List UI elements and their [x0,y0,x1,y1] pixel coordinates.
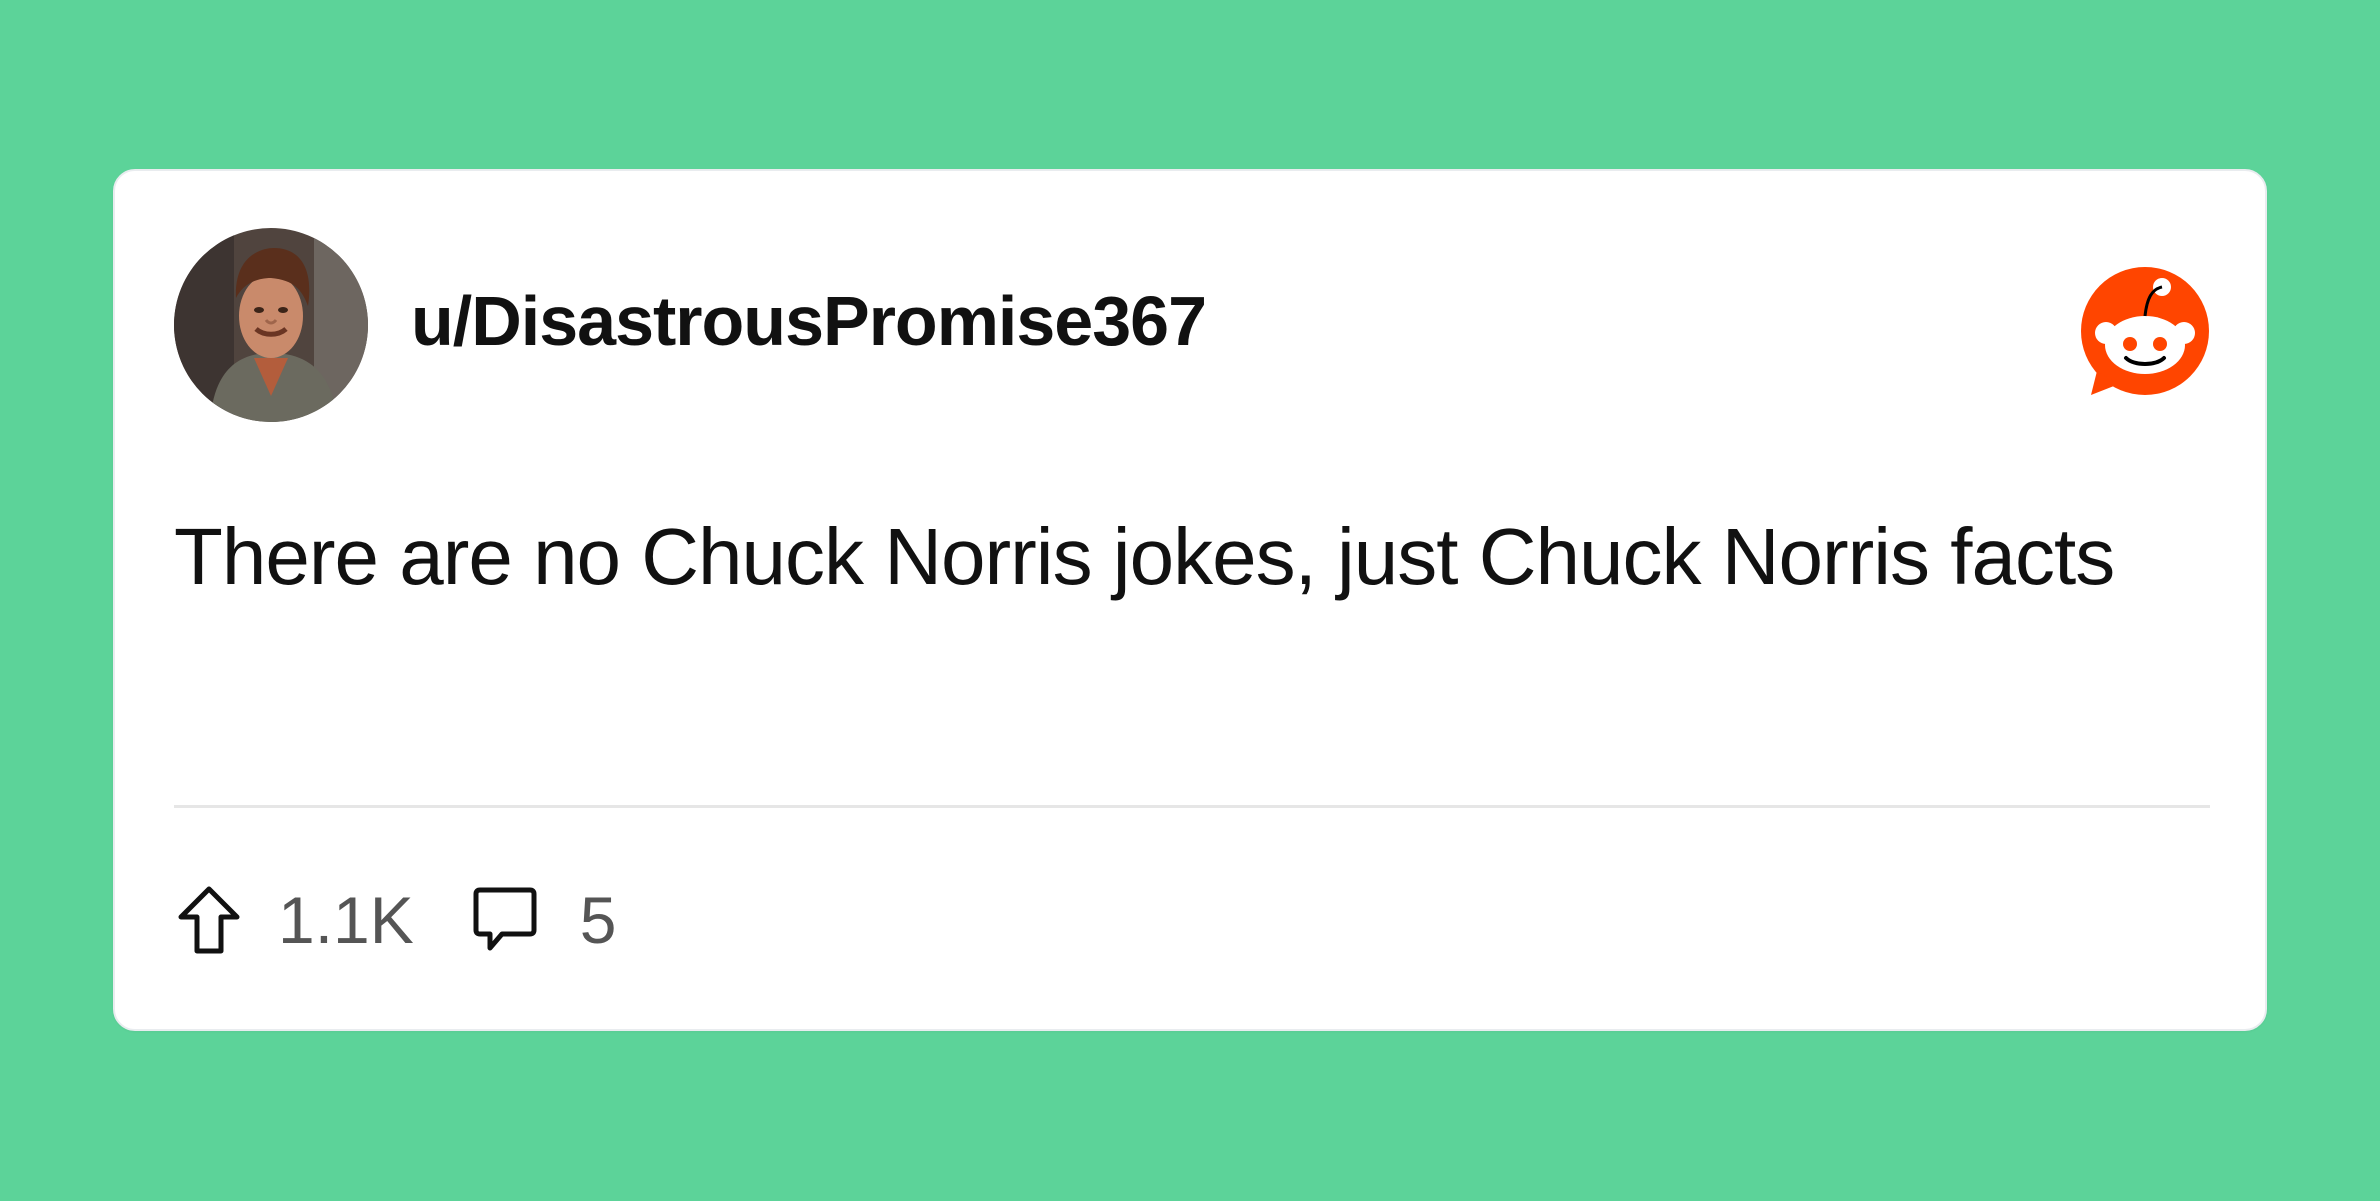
post-body: There are no Chuck Norris jokes, just Ch… [174,512,2115,601]
comment-count: 5 [579,883,617,957]
divider [174,805,2210,808]
upvote-arrow-icon[interactable] [174,882,244,958]
comment-bubble-icon[interactable] [470,882,540,958]
comment-group[interactable]: 5 [470,880,617,960]
post-card[interactable]: u/DisastrousPromise367 There are no Chuc… [113,169,2267,1031]
post-stats: 1.1K 5 [174,880,617,960]
user-avatar[interactable] [174,228,368,422]
avatar-image [174,228,368,422]
username[interactable]: u/DisastrousPromise367 [411,279,1207,363]
upvote-group[interactable]: 1.1K [174,880,414,960]
reddit-logo-icon[interactable] [2077,263,2213,399]
upvote-count: 1.1K [278,883,414,957]
